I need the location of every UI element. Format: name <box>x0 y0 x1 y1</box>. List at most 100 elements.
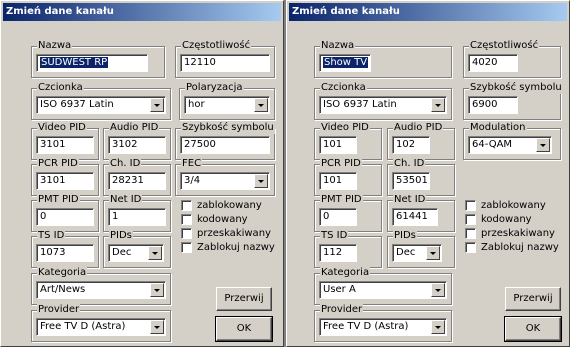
checkbox-box[interactable] <box>181 200 192 211</box>
name-value: SÜDWEST RP <box>40 57 109 68</box>
group-nazwa: Nazwa Show TV <box>314 40 452 78</box>
checkbox-label: Zablokuj nazwy <box>481 242 559 253</box>
net-id-input[interactable]: 1 <box>108 208 166 226</box>
pids-select[interactable]: Dec <box>108 244 164 262</box>
fec-select[interactable]: 3/4 <box>180 172 270 190</box>
group-font: Czcionka ISO 6937 Latin <box>314 82 452 120</box>
font-select[interactable]: ISO 6937 Latin <box>36 96 166 114</box>
label-net-id: Net ID <box>393 194 427 206</box>
frequency-input[interactable]: 4020 <box>468 54 518 72</box>
cancel-button[interactable]: Przerwij <box>216 287 272 311</box>
polarization-select[interactable]: hor <box>184 96 270 114</box>
dialog-title: Zmień dane kanału <box>3 3 281 21</box>
audio-pid-input[interactable]: 102 <box>392 136 430 154</box>
label-modulation: Modulation <box>469 122 527 134</box>
checkbox-box[interactable] <box>181 242 192 253</box>
ch-id-input[interactable]: 28231 <box>108 172 166 190</box>
cancel-button[interactable]: Przerwij <box>505 287 561 311</box>
group-ch-id: Ch. ID 28231 <box>103 158 171 196</box>
symbol-rate-input[interactable]: 27500 <box>180 136 270 154</box>
provider-value: Free TV D (Astra) <box>323 321 409 332</box>
group-audio-pid: Audio PID 102 <box>387 122 455 160</box>
group-ch-id: Ch. ID 53501 <box>387 158 455 196</box>
group-video-pid: Video PID 101 <box>314 122 382 160</box>
label-ch-id: Ch. ID <box>109 158 142 170</box>
chevron-down-icon[interactable] <box>431 283 445 297</box>
video-pid-input[interactable]: 101 <box>319 136 357 154</box>
provider-select[interactable]: Free TV D (Astra) <box>319 318 447 336</box>
chevron-down-icon[interactable] <box>536 138 550 152</box>
symbol-rate-input[interactable]: 6900 <box>468 96 518 114</box>
font-value: ISO 6937 Latin <box>40 99 114 110</box>
pids-select[interactable]: Dec <box>392 244 442 262</box>
ok-button[interactable]: OK <box>504 316 562 342</box>
polarization-value: hor <box>188 99 205 110</box>
chevron-down-icon[interactable] <box>254 174 268 188</box>
ok-button[interactable]: OK <box>215 316 273 342</box>
group-symbol-rate: Szybkość symbolu 6900 <box>463 82 563 120</box>
checkbox-box[interactable] <box>465 228 476 239</box>
audio-pid-input[interactable]: 3102 <box>108 136 166 154</box>
label-nazwa: Nazwa <box>320 40 356 52</box>
dialog-right: Zmień dane kanału Nazwa Show TV Częstotl… <box>286 0 570 347</box>
chevron-down-icon[interactable] <box>431 98 445 112</box>
pcr-pid-input[interactable]: 101 <box>319 172 357 190</box>
chevron-down-icon[interactable] <box>150 320 164 334</box>
group-frequency: Częstotliwość 4020 <box>463 40 561 78</box>
label-video-pid: Video PID <box>320 122 370 134</box>
checkbox-label: przeskakiwany <box>481 228 555 239</box>
group-pcr-pid: PCR PID 3101 <box>31 158 99 196</box>
group-pmt-pid: PMT PID 0 <box>31 194 99 232</box>
group-fec: FEC 3/4 <box>175 158 275 196</box>
group-symbol-rate: Szybkość symbolu 27500 <box>175 122 275 160</box>
group-nazwa: Nazwa SÜDWEST RP <box>31 40 165 78</box>
group-frequency: Częstotliwość 12110 <box>175 40 275 78</box>
pids-value: Dec <box>396 247 416 258</box>
provider-select[interactable]: Free TV D (Astra) <box>36 318 166 336</box>
label-pmt-pid: PMT PID <box>320 194 363 206</box>
net-id-input[interactable]: 61441 <box>392 208 438 226</box>
category-value: User A <box>323 284 356 295</box>
category-select[interactable]: Art/News <box>36 281 166 299</box>
chevron-down-icon[interactable] <box>426 246 440 260</box>
modulation-select[interactable]: 64-QAM <box>468 136 552 154</box>
checkbox-box[interactable] <box>465 242 476 253</box>
label-audio-pid: Audio PID <box>109 122 160 134</box>
name-input[interactable]: SÜDWEST RP <box>36 54 148 72</box>
label-symbol-rate: Szybkość symbolu <box>181 122 275 134</box>
checkbox-box[interactable] <box>181 228 192 239</box>
group-polarization: Polaryzacja hor <box>179 82 275 120</box>
ts-id-input[interactable]: 112 <box>319 244 357 262</box>
pcr-pid-input[interactable]: 3101 <box>36 172 94 190</box>
chevron-down-icon[interactable] <box>431 320 445 334</box>
chevron-down-icon[interactable] <box>254 98 268 112</box>
group-pmt-pid: PMT PID 0 <box>314 194 382 232</box>
checkbox-label: Zablokuj nazwy <box>197 242 275 253</box>
dialog-title: Zmień dane kanału <box>289 3 567 21</box>
checkbox-box[interactable] <box>465 200 476 211</box>
pmt-pid-input[interactable]: 0 <box>36 208 94 226</box>
pmt-pid-input[interactable]: 0 <box>319 208 357 226</box>
label-font: Czcionka <box>37 82 84 94</box>
ts-id-input[interactable]: 1073 <box>36 244 94 262</box>
ch-id-input[interactable]: 53501 <box>392 172 430 190</box>
group-pids: PIDs Dec <box>103 230 171 268</box>
dialog-left: Zmień dane kanału Nazwa SÜDWEST RP Częst… <box>0 0 284 347</box>
label-provider: Provider <box>320 304 364 316</box>
frequency-input[interactable]: 12110 <box>180 54 270 72</box>
chevron-down-icon[interactable] <box>150 98 164 112</box>
checkbox-label: kodowany <box>481 214 532 225</box>
font-select[interactable]: ISO 6937 Latin <box>319 96 447 114</box>
category-select[interactable]: User A <box>319 281 447 299</box>
name-input[interactable]: Show TV <box>319 54 371 72</box>
checkbox-box[interactable] <box>465 214 476 225</box>
checkbox-box[interactable] <box>181 214 192 225</box>
checkbox-label: zablokowany <box>197 200 262 211</box>
category-value: Art/News <box>40 284 86 295</box>
chevron-down-icon[interactable] <box>148 246 162 260</box>
chevron-down-icon[interactable] <box>150 283 164 297</box>
video-pid-input[interactable]: 3101 <box>36 136 94 154</box>
label-nazwa: Nazwa <box>37 40 73 52</box>
label-pcr-pid: PCR PID <box>320 158 362 170</box>
group-pcr-pid: PCR PID 101 <box>314 158 382 196</box>
